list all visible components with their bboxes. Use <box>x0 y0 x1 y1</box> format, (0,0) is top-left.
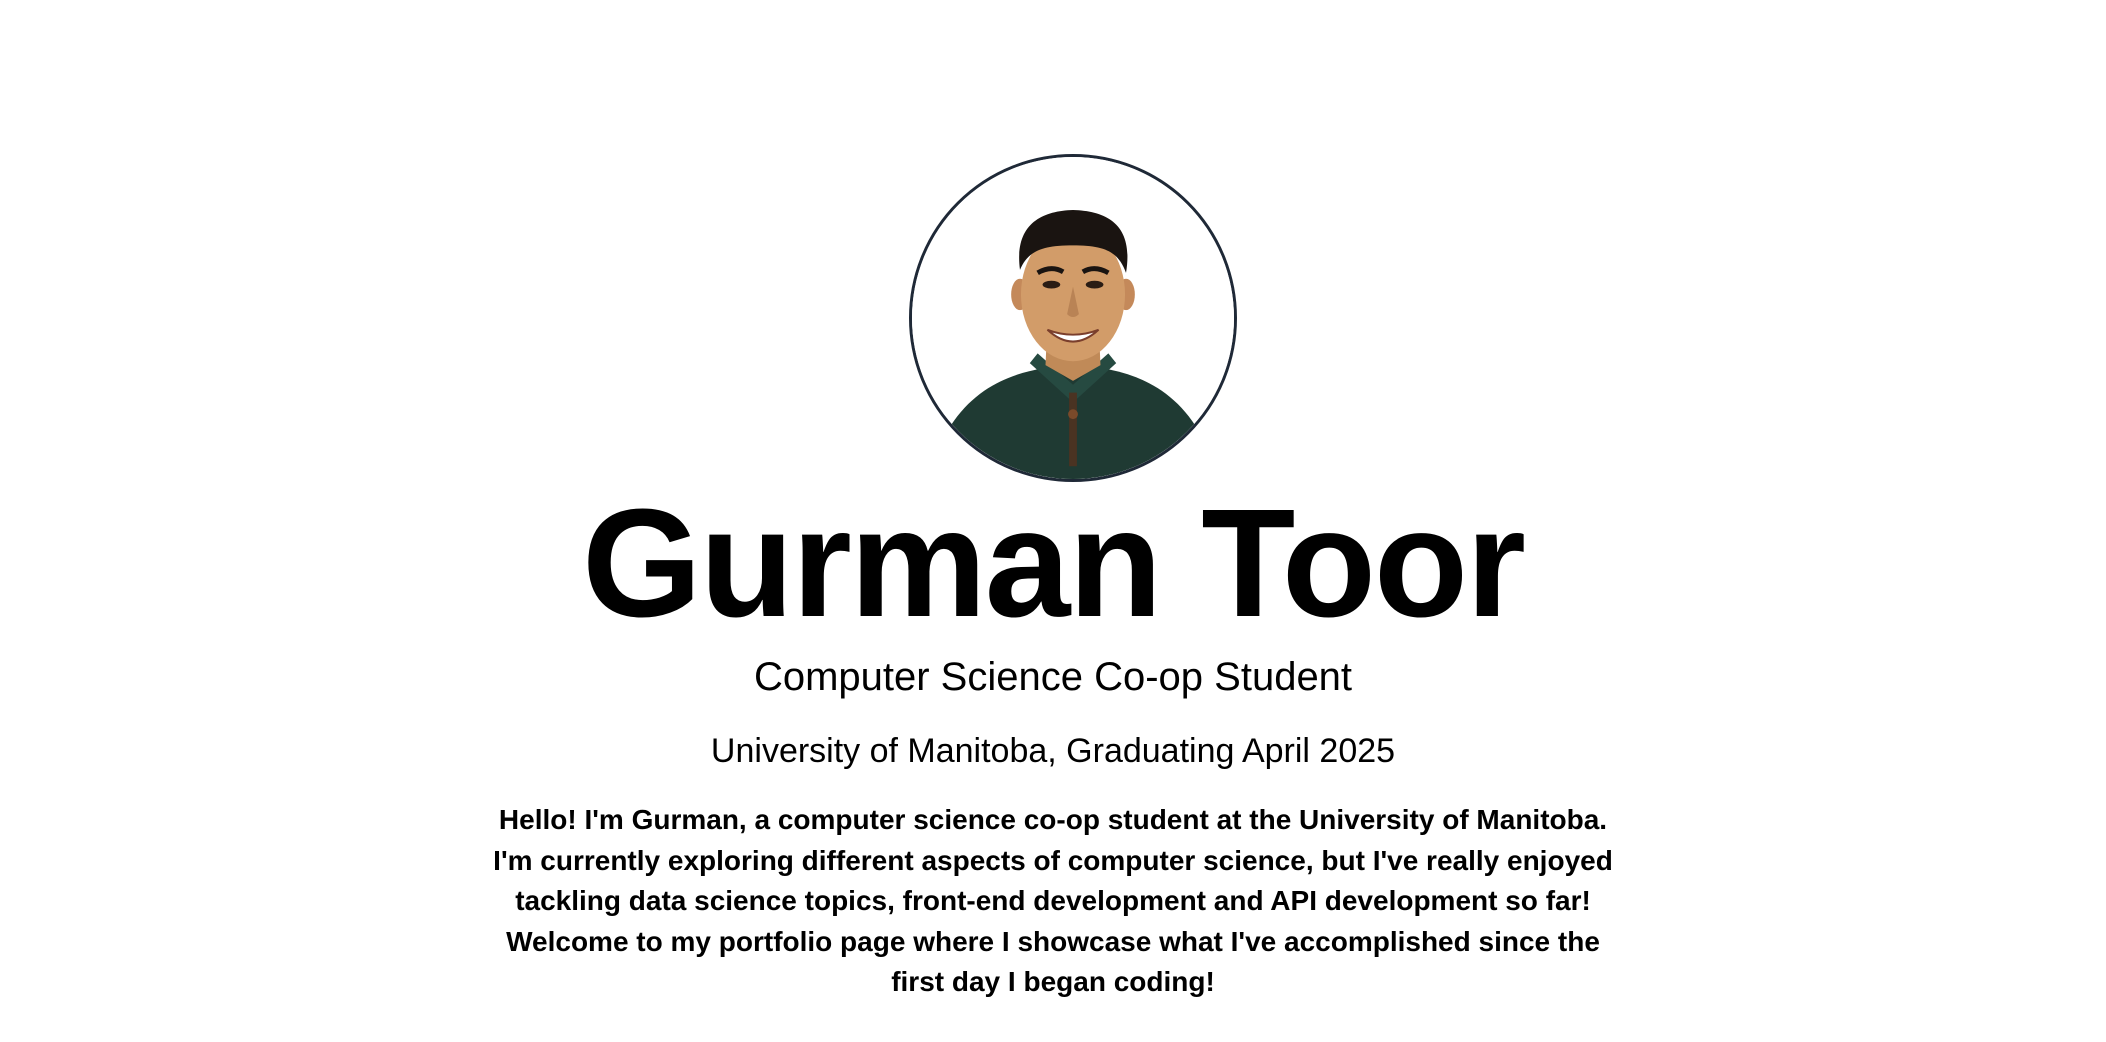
portfolio-page: Gurman Toor Computer Science Co-op Stude… <box>0 0 2106 1042</box>
profile-bio: Hello! I'm Gurman, a computer science co… <box>493 804 1613 997</box>
profile-school: University of Manitoba, Graduating April… <box>710 732 1396 770</box>
profile-photo-icon <box>912 157 1234 479</box>
profile-subtitle: Computer Science Co-op Student <box>753 655 1353 699</box>
avatar <box>909 154 1237 482</box>
page-title: Gurman Toor <box>582 477 1526 649</box>
